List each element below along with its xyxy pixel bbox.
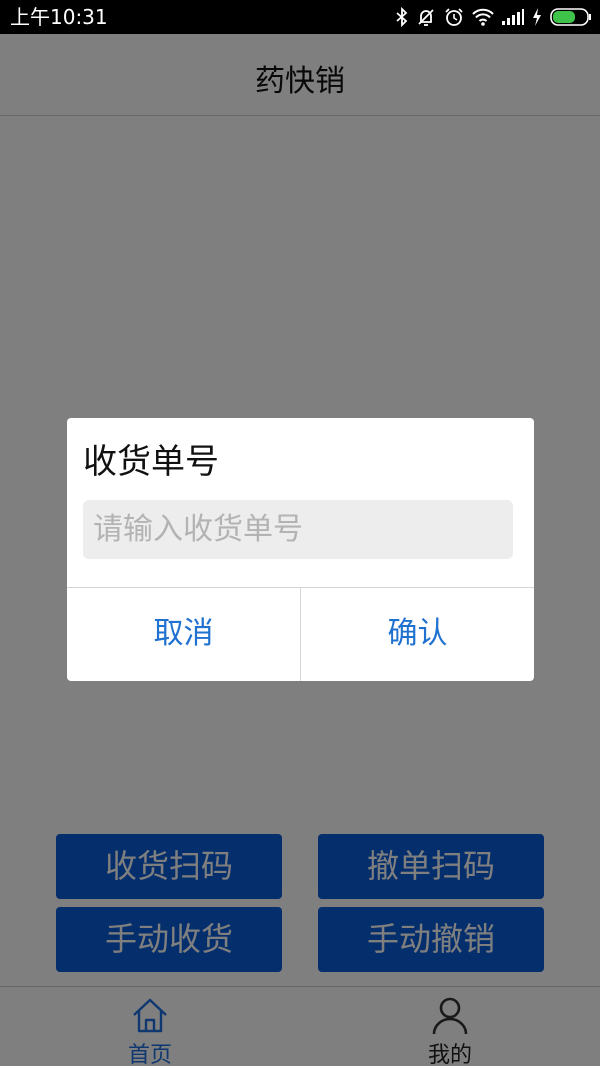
receipt-number-input[interactable]: [83, 500, 513, 559]
status-icons: [396, 6, 592, 28]
status-time: 上午10:31: [10, 5, 108, 29]
mute-bell-icon: [416, 7, 436, 27]
signal-icon: [502, 9, 524, 25]
status-bar: 上午10:31: [0, 0, 600, 34]
bluetooth-icon: [396, 7, 408, 27]
alarm-icon: [444, 7, 464, 27]
dialog-actions: 取消 确认: [67, 587, 534, 681]
receipt-number-dialog: 收货单号 取消 确认: [67, 418, 534, 681]
dialog-title: 收货单号: [83, 442, 219, 482]
charging-icon: [532, 8, 542, 26]
cancel-button[interactable]: 取消: [67, 588, 300, 681]
wifi-icon: [472, 8, 494, 26]
confirm-button[interactable]: 确认: [300, 588, 534, 681]
battery-icon: [550, 8, 592, 26]
